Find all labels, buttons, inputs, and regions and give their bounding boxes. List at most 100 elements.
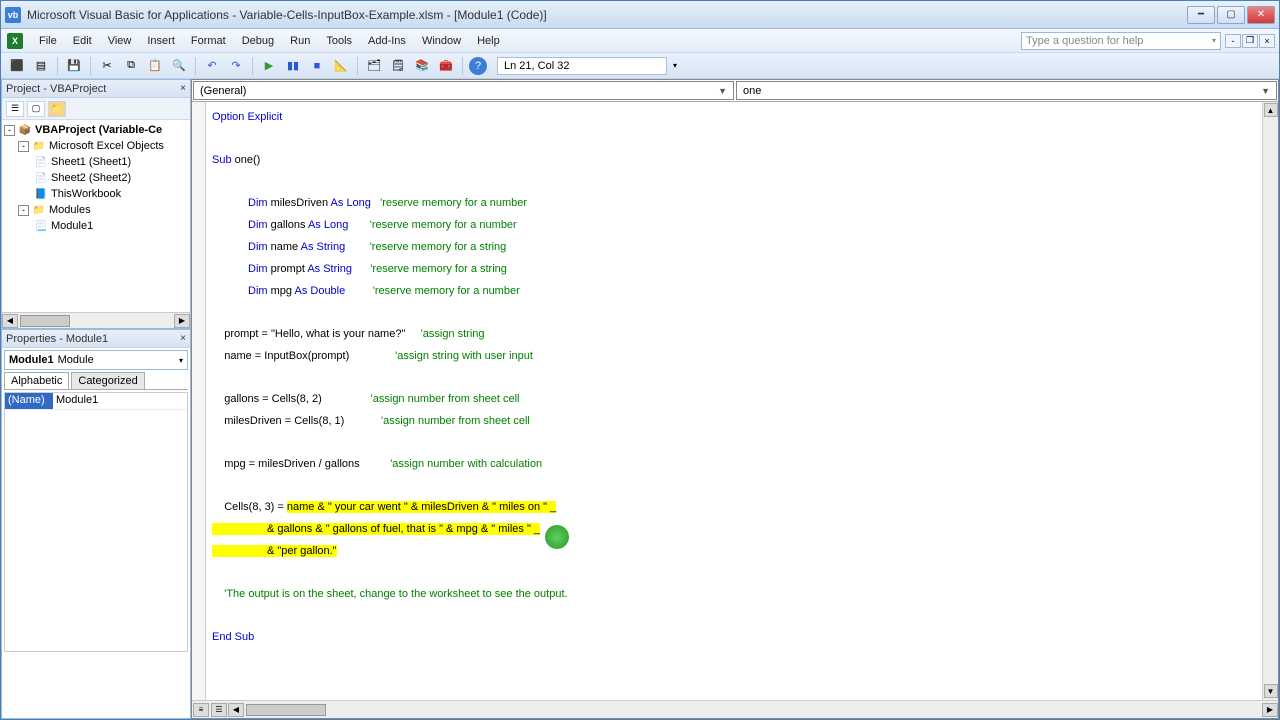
tree-thisworkbook[interactable]: ThisWorkbook	[51, 188, 121, 200]
tab-categorized[interactable]: Categorized	[71, 372, 144, 389]
titlebar: vb Microsoft Visual Basic for Applicatio…	[1, 1, 1279, 29]
cut-icon[interactable]: ✂	[97, 56, 117, 76]
procedure-dropdown[interactable]: one▼	[736, 81, 1277, 100]
menu-format[interactable]: Format	[183, 32, 234, 50]
properties-object-dropdown[interactable]: Module1 Module ▾	[4, 350, 188, 370]
project-root[interactable]: VBAProject (Variable-Ce	[35, 124, 162, 136]
tree-module1[interactable]: Module1	[51, 220, 93, 232]
code-editor[interactable]: ▲ ▼ Option Explicit Sub one() Dim milesD…	[192, 102, 1278, 700]
scroll-left-icon[interactable]: ◀	[2, 314, 18, 328]
copy-icon[interactable]: ⧉	[121, 56, 141, 76]
design-mode-icon[interactable]: 📐	[331, 56, 351, 76]
help-placeholder: Type a question for help	[1026, 35, 1143, 47]
full-module-view-icon[interactable]: ☰	[211, 703, 227, 717]
view-code-icon[interactable]: ☰	[6, 101, 24, 117]
menu-window[interactable]: Window	[414, 32, 469, 50]
code-text[interactable]: Option Explicit Sub one() Dim milesDrive…	[212, 106, 1262, 648]
hscroll-thumb[interactable]	[246, 704, 326, 716]
menu-file[interactable]: File	[31, 32, 65, 50]
menu-addins[interactable]: Add-Ins	[360, 32, 414, 50]
code-window: (General)▼ one▼ ▲ ▼ Option Explicit Sub …	[191, 79, 1279, 719]
code-margin	[192, 102, 206, 700]
menu-insert[interactable]: Insert	[139, 32, 183, 50]
project-explorer-title-text: Project - VBAProject	[6, 83, 106, 95]
properties-close-icon[interactable]: ×	[180, 333, 186, 344]
tree-folder-objects[interactable]: Microsoft Excel Objects	[49, 140, 164, 152]
find-icon[interactable]: 🔍	[169, 56, 189, 76]
excel-icon[interactable]: X	[7, 33, 23, 49]
properties-window-icon[interactable]: 🗒	[388, 56, 408, 76]
prop-key-name: (Name)	[5, 393, 53, 409]
run-icon[interactable]: ▶	[259, 56, 279, 76]
tree-sheet2[interactable]: Sheet2 (Sheet2)	[51, 172, 131, 184]
code-bottom-bar: ≡ ☰ ◀ ▶	[192, 700, 1278, 718]
redo-icon[interactable]: ↷	[226, 56, 246, 76]
property-row[interactable]: (Name) Module1	[5, 393, 187, 410]
scroll-thumb[interactable]	[20, 315, 70, 327]
properties-obj-type: Module	[58, 354, 94, 366]
project-icon: 📦	[18, 123, 32, 137]
insert-userform-icon[interactable]: ▤	[31, 56, 51, 76]
object-browser-icon[interactable]: 📚	[412, 56, 432, 76]
mdi-minimize-button[interactable]: -	[1225, 34, 1241, 48]
scroll-down-icon[interactable]: ▼	[1264, 684, 1278, 698]
workbook-icon: 📘	[34, 187, 48, 201]
toolbar-overflow-icon[interactable]: ▾	[673, 61, 677, 70]
menu-help[interactable]: Help	[469, 32, 508, 50]
prop-val-name[interactable]: Module1	[53, 393, 187, 409]
toggle-folders-icon[interactable]: 📁	[48, 101, 66, 117]
object-dropdown[interactable]: (General)▼	[193, 81, 734, 100]
object-dropdown-value: (General)	[200, 85, 246, 97]
project-explorer-icon[interactable]: 🗂	[364, 56, 384, 76]
properties-title: Properties - Module1 ×	[2, 330, 190, 348]
expand-icon[interactable]: -	[18, 141, 29, 152]
expand-icon[interactable]: -	[4, 125, 15, 136]
project-tree[interactable]: -📦VBAProject (Variable-Ce -📁Microsoft Ex…	[2, 120, 190, 312]
close-button[interactable]: ✕	[1247, 6, 1275, 24]
mdi-close-button[interactable]: ×	[1259, 34, 1275, 48]
module-icon: 📃	[34, 219, 48, 233]
app-icon: vb	[5, 7, 21, 23]
properties-panel: Properties - Module1 × Module1 Module ▾ …	[1, 329, 191, 719]
menu-run[interactable]: Run	[282, 32, 318, 50]
workspace: Project - VBAProject × ☰ ▢ 📁 -📦VBAProjec…	[1, 79, 1279, 719]
break-icon[interactable]: ▮▮	[283, 56, 303, 76]
code-vscrollbar[interactable]: ▲ ▼	[1262, 102, 1278, 700]
tree-folder-modules[interactable]: Modules	[49, 204, 91, 216]
view-object-icon[interactable]: ▢	[27, 101, 45, 117]
procedure-view-icon[interactable]: ≡	[193, 703, 209, 717]
menu-debug[interactable]: Debug	[234, 32, 282, 50]
project-hscrollbar[interactable]: ◀ ▶	[2, 312, 190, 328]
cursor-position-display: Ln 21, Col 32	[497, 57, 667, 75]
properties-grid[interactable]: (Name) Module1	[4, 392, 188, 652]
paste-icon[interactable]: 📋	[145, 56, 165, 76]
menu-view[interactable]: View	[100, 32, 140, 50]
menu-tools[interactable]: Tools	[318, 32, 360, 50]
menu-edit[interactable]: Edit	[65, 32, 100, 50]
help-icon[interactable]: ?	[469, 57, 487, 75]
scroll-right-icon[interactable]: ▶	[174, 314, 190, 328]
scroll-up-icon[interactable]: ▲	[1264, 103, 1278, 117]
reset-icon[interactable]: ■	[307, 56, 327, 76]
toolbox-icon[interactable]: 🧰	[436, 56, 456, 76]
mdi-restore-button[interactable]: ❐	[1242, 34, 1258, 48]
toolbar: ⬛ ▤ 💾 ✂ ⧉ 📋 🔍 ↶ ↷ ▶ ▮▮ ■ 📐 🗂 🗒 📚 🧰 ? Ln …	[1, 53, 1279, 79]
save-icon[interactable]: 💾	[64, 56, 84, 76]
tab-alphabetic[interactable]: Alphabetic	[4, 372, 69, 389]
menubar: X File Edit View Insert Format Debug Run…	[1, 29, 1279, 53]
tree-sheet1[interactable]: Sheet1 (Sheet1)	[51, 156, 131, 168]
scroll-right-icon[interactable]: ▶	[1262, 703, 1278, 717]
sheet-icon: 📄	[34, 155, 48, 169]
project-explorer-close-icon[interactable]: ×	[180, 83, 186, 94]
undo-icon[interactable]: ↶	[202, 56, 222, 76]
view-excel-icon[interactable]: ⬛	[7, 56, 27, 76]
scroll-left-icon[interactable]: ◀	[228, 703, 244, 717]
expand-icon[interactable]: -	[18, 205, 29, 216]
help-search-input[interactable]: Type a question for help▾	[1021, 32, 1221, 50]
project-explorer-title: Project - VBAProject ×	[2, 80, 190, 98]
minimize-button[interactable]: ━	[1187, 6, 1215, 24]
maximize-button[interactable]: ▢	[1217, 6, 1245, 24]
folder-icon: 📁	[32, 203, 46, 217]
chevron-down-icon: ▼	[1261, 86, 1270, 96]
folder-icon: 📁	[32, 139, 46, 153]
